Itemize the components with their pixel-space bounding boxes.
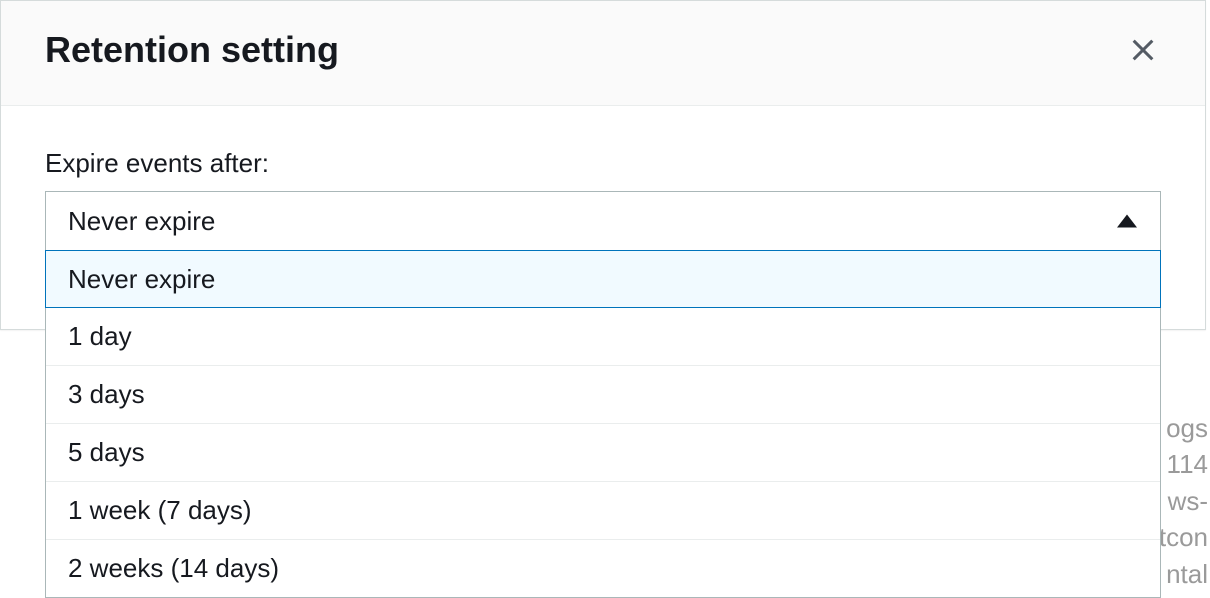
retention-select[interactable]: Never expire (45, 191, 1161, 251)
retention-selected-value: Never expire (68, 206, 215, 237)
option-3-days[interactable]: 3 days (46, 365, 1160, 423)
option-2-weeks[interactable]: 2 weeks (14 days) (46, 539, 1160, 597)
expire-events-label: Expire events after: (45, 148, 1161, 179)
retention-setting-modal: Retention setting Expire events after: N… (0, 0, 1206, 330)
close-button[interactable] (1125, 32, 1161, 68)
option-never-expire[interactable]: Never expire (45, 250, 1161, 308)
chevron-up-icon (1117, 215, 1137, 228)
background-obscured-text: ogs 114 ws- tcon ntal (1159, 410, 1210, 592)
retention-dropdown-list: Never expire 1 day 3 days 5 days 1 week … (45, 251, 1161, 598)
option-1-week[interactable]: 1 week (7 days) (46, 481, 1160, 539)
option-1-day[interactable]: 1 day (46, 307, 1160, 365)
modal-header: Retention setting (1, 1, 1205, 106)
close-icon (1129, 36, 1157, 64)
modal-body: Expire events after: Never expire Never … (1, 106, 1205, 281)
option-5-days[interactable]: 5 days (46, 423, 1160, 481)
retention-select-wrapper: Never expire Never expire 1 day 3 days 5… (45, 191, 1161, 251)
modal-title: Retention setting (45, 29, 339, 71)
